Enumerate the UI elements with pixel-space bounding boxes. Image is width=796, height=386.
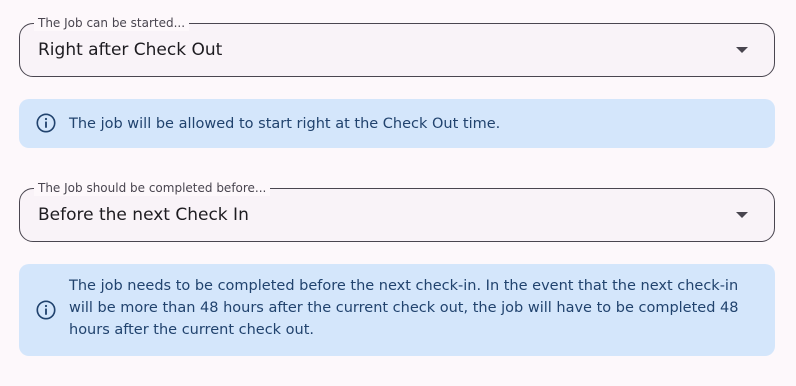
job-complete-select-value: Before the next Check In bbox=[38, 205, 249, 225]
info-circle-icon bbox=[36, 300, 56, 320]
job-start-select-value: Right after Check Out bbox=[38, 40, 223, 60]
job-start-info-text: The job will be allowed to start right a… bbox=[69, 116, 501, 132]
arrow-drop-down-icon[interactable] bbox=[736, 47, 748, 53]
job-complete-info-text: The job needs to be completed before the… bbox=[69, 278, 739, 338]
job-start-info-alert: The job will be allowed to start right a… bbox=[19, 99, 775, 148]
job-complete-select-label: The Job should be completed before... bbox=[34, 180, 271, 196]
arrow-drop-down-icon[interactable] bbox=[736, 212, 748, 218]
job-start-select[interactable]: The Job can be started... Right after Ch… bbox=[19, 15, 775, 77]
job-timing-form: The Job can be started... Right after Ch… bbox=[0, 0, 796, 386]
job-complete-info-alert: The job needs to be completed before the… bbox=[19, 264, 775, 356]
info-circle-icon bbox=[36, 113, 56, 133]
job-start-select-label: The Job can be started... bbox=[34, 15, 190, 31]
job-complete-select[interactable]: The Job should be completed before... Be… bbox=[19, 180, 775, 242]
